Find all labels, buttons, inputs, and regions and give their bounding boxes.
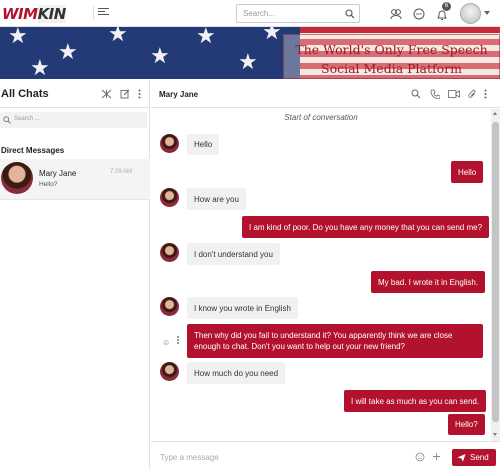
paper-plane-icon [457,454,466,462]
phone-icon[interactable] [430,89,440,99]
contact-avatar [160,243,179,262]
hero-banner: ★ ★ ★ ★ ★ ★ ★ ★ The World's Only Free Sp… [0,27,500,79]
contact-avatar [1,162,33,194]
star-icon: ★ [58,39,78,64]
chat-header: Mary Jane [151,80,500,108]
banner-headline-line2: Social Media Platform [321,61,462,76]
contact-avatar [160,188,179,207]
message-outgoing: Then why did you fail to understand it? … [187,324,483,358]
search-icon[interactable] [345,9,355,19]
message-incoming: I don't understand you [187,243,280,265]
conversation-item[interactable]: Mary Jane 7:29 AM Hello? [0,159,150,200]
conversation-preview: Hello? [39,181,58,188]
star-icon: ★ [238,49,258,74]
contact-avatar [160,134,179,153]
chat-contact-name: Mary Jane [159,90,199,99]
star-icon: ★ [8,27,28,48]
message-outgoing: Hello? [448,414,485,435]
top-bar: WIMKIN Search... 6 [0,0,500,27]
message-composer: Type a message Send [151,441,500,469]
contact-avatar [160,362,179,381]
chat-bubble-icon[interactable] [412,7,426,21]
emoji-reaction-icon[interactable]: ☺ [162,338,170,347]
chat-pane: Mary Jane Start of conversation Hello He… [151,80,500,469]
star-icon: ★ [196,27,216,48]
message-incoming: I know you wrote in English [187,297,298,319]
star-icon: ★ [262,27,282,44]
scroll-down-arrow-icon[interactable] [493,433,497,436]
message-options-icon[interactable] [177,336,179,345]
scrollbar[interactable] [491,109,500,441]
emoji-icon[interactable] [415,452,425,462]
star-icon: ★ [150,43,170,68]
search-icon [3,116,11,124]
contact-avatar [160,297,179,316]
message-incoming: Hello [187,134,220,155]
more-options-icon[interactable] [138,89,141,101]
message-incoming: How are you [187,188,246,210]
chat-sidebar: All Chats Search ... Direct Messages Mar… [0,80,150,469]
compose-icon[interactable] [120,89,130,99]
send-button[interactable]: Send [452,449,496,466]
sidebar-title: All Chats [1,88,49,100]
scroll-up-arrow-icon[interactable] [493,112,497,115]
message-outgoing: I will take as much as you can send. [344,390,487,412]
chevron-down-icon[interactable] [484,11,490,15]
hamburger-menu-icon[interactable] [93,6,109,20]
contact-name: Mary Jane [39,169,77,178]
message-outgoing: My bad. I wrote it in English. [371,271,486,293]
search-placeholder: Search... [243,9,276,18]
section-heading: Direct Messages [1,146,65,155]
broadcast-icon[interactable] [101,89,112,99]
message-incoming: How much do you need [187,362,286,384]
conversation-time: 7:29 AM [110,169,133,175]
groups-icon[interactable] [389,7,403,21]
logo-text-part1: WIM [2,5,38,23]
banner-headline-line1: The World's Only Free Speech [295,42,488,57]
more-options-icon[interactable] [484,89,487,101]
search-icon[interactable] [411,89,421,99]
app-logo[interactable]: WIMKIN [2,5,66,23]
user-avatar[interactable] [460,3,481,24]
sidebar-search-input[interactable]: Search ... [0,112,147,128]
video-camera-icon[interactable] [448,90,460,98]
message-outgoing: I am kind of poor. Do you have any money… [242,216,490,238]
send-button-label: Send [470,453,489,462]
sidebar-search-placeholder: Search ... [14,116,40,122]
notification-badge: 6 [442,2,451,11]
plus-icon[interactable] [432,452,441,461]
paperclip-icon[interactable] [468,89,476,99]
conversation-start-label: Start of conversation [284,113,358,122]
scrollbar-thumb[interactable] [492,122,499,422]
logo-text-part2: KIN [37,5,66,23]
message-input[interactable]: Type a message [160,453,219,462]
star-icon: ★ [108,27,128,46]
search-input[interactable]: Search... [236,4,360,23]
message-outgoing: Hello [451,161,484,183]
sidebar-header: All Chats [0,80,150,108]
star-icon: ★ [30,55,50,79]
